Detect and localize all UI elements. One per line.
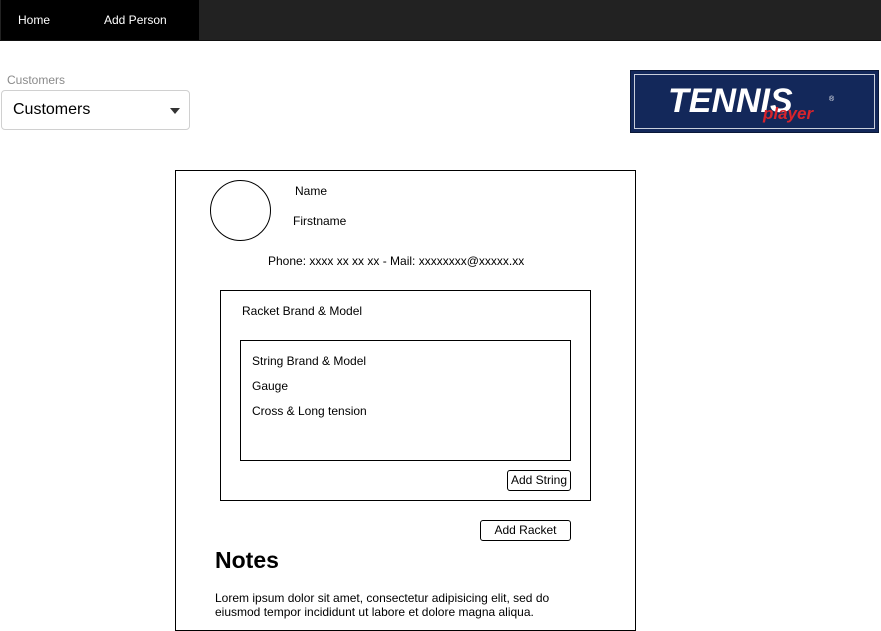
customer-select-label: Customers [7, 73, 66, 87]
add-racket-button[interactable]: Add Racket [480, 520, 571, 541]
top-navigation-bar: Home Add Person [0, 0, 881, 41]
avatar [210, 180, 271, 241]
string-brand-model: String Brand & Model [252, 354, 367, 368]
racket-title: Racket Brand & Model [242, 304, 363, 318]
add-string-button[interactable]: Add String [507, 470, 571, 491]
customer-contact-line: Phone: xxxx xx xx xx - Mail: xxxxxxxx@xx… [268, 254, 525, 268]
string-gauge: Gauge [252, 379, 289, 393]
customer-select[interactable]: Customers [1, 90, 190, 130]
logo-registered-mark: ® [829, 95, 835, 103]
string-tension: Cross & Long tension [252, 404, 367, 418]
nav-home-link[interactable]: Home [1, 0, 95, 40]
tennis-player-logo: TENNIS ® player [630, 70, 879, 133]
customer-firstname: Firstname [293, 214, 347, 228]
string-panel: String Brand & Model Gauge Cross & Long … [240, 340, 571, 461]
nav-add-person-link[interactable]: Add Person [95, 0, 199, 40]
customer-card: Name Firstname Phone: xxxx xx xx xx - Ma… [175, 170, 636, 631]
notes-text: Lorem ipsum dolor sit amet, consectetur … [215, 591, 550, 619]
racket-panel: Racket Brand & Model String Brand & Mode… [220, 290, 591, 501]
chevron-down-icon [170, 108, 180, 114]
customer-name: Name [295, 184, 328, 198]
logo-sub-text: player [762, 104, 814, 123]
customer-select-value: Customers [13, 101, 91, 118]
logo-graphic: TENNIS ® player [668, 82, 835, 123]
notes-heading: Notes [215, 547, 279, 573]
